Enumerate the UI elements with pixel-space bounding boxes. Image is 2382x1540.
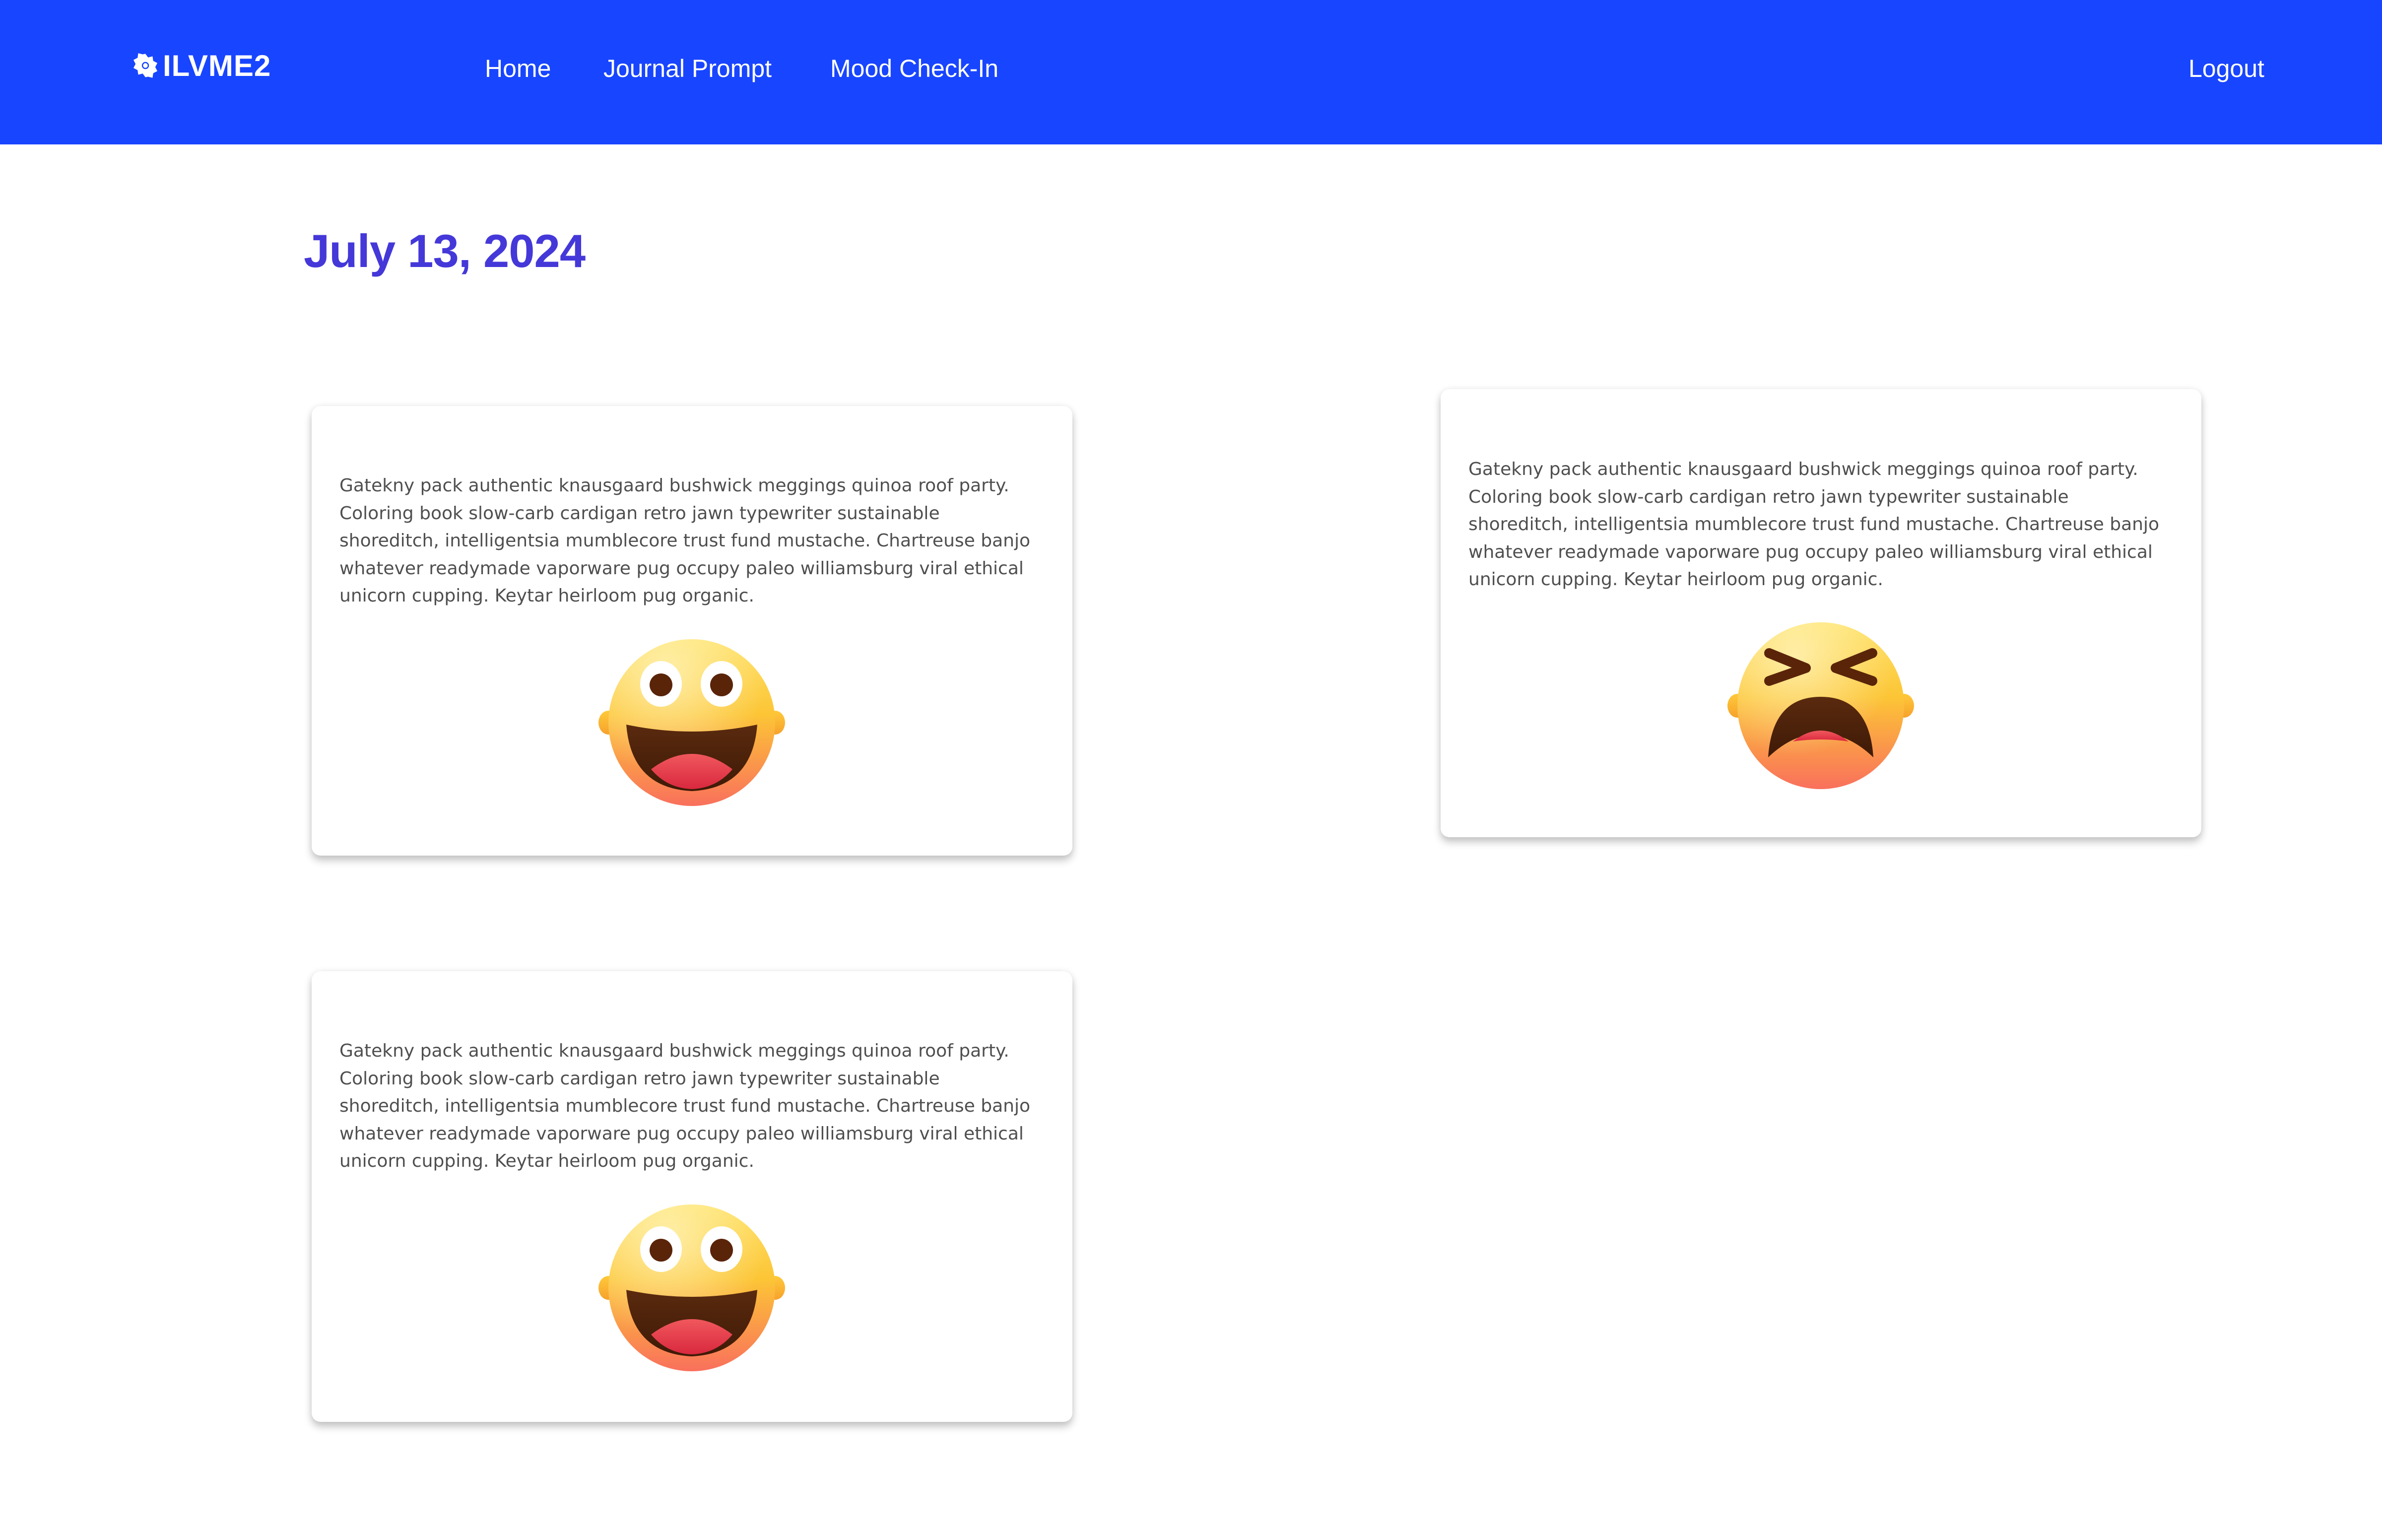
grinning-face-icon xyxy=(598,639,785,806)
entry-text: Gatekny pack authentic knausgaard bushwi… xyxy=(1468,459,2159,590)
asterisk-badge-icon xyxy=(133,53,158,78)
brand-logo[interactable]: ILVME2 xyxy=(132,46,271,85)
nav-link-mood-checkin[interactable]: Mood Check-In xyxy=(830,50,998,87)
grinning-face-icon xyxy=(598,1205,785,1371)
nav-link-home[interactable]: Home xyxy=(485,50,551,87)
logout-link[interactable]: Logout xyxy=(2188,50,2264,87)
journal-entry-card[interactable]: Gatekny pack authentic knausgaard bushwi… xyxy=(312,971,1072,1422)
brand-name: ILVME2 xyxy=(163,49,271,82)
entry-text: Gatekny pack authentic knausgaard bushwi… xyxy=(339,475,1030,606)
tired-face-icon xyxy=(1727,622,1914,789)
nav-link-journal-prompt[interactable]: Journal Prompt xyxy=(603,50,772,87)
top-navbar: ILVME2 Home Journal Prompt Mood Check-In… xyxy=(0,0,2382,144)
journal-entry-card[interactable]: Gatekny pack authentic knausgaard bushwi… xyxy=(312,406,1072,856)
entry-text: Gatekny pack authentic knausgaard bushwi… xyxy=(339,1041,1030,1171)
journal-entry-card[interactable]: Gatekny pack authentic knausgaard bushwi… xyxy=(1441,389,2201,837)
page-date-heading: July 13, 2024 xyxy=(304,225,586,277)
